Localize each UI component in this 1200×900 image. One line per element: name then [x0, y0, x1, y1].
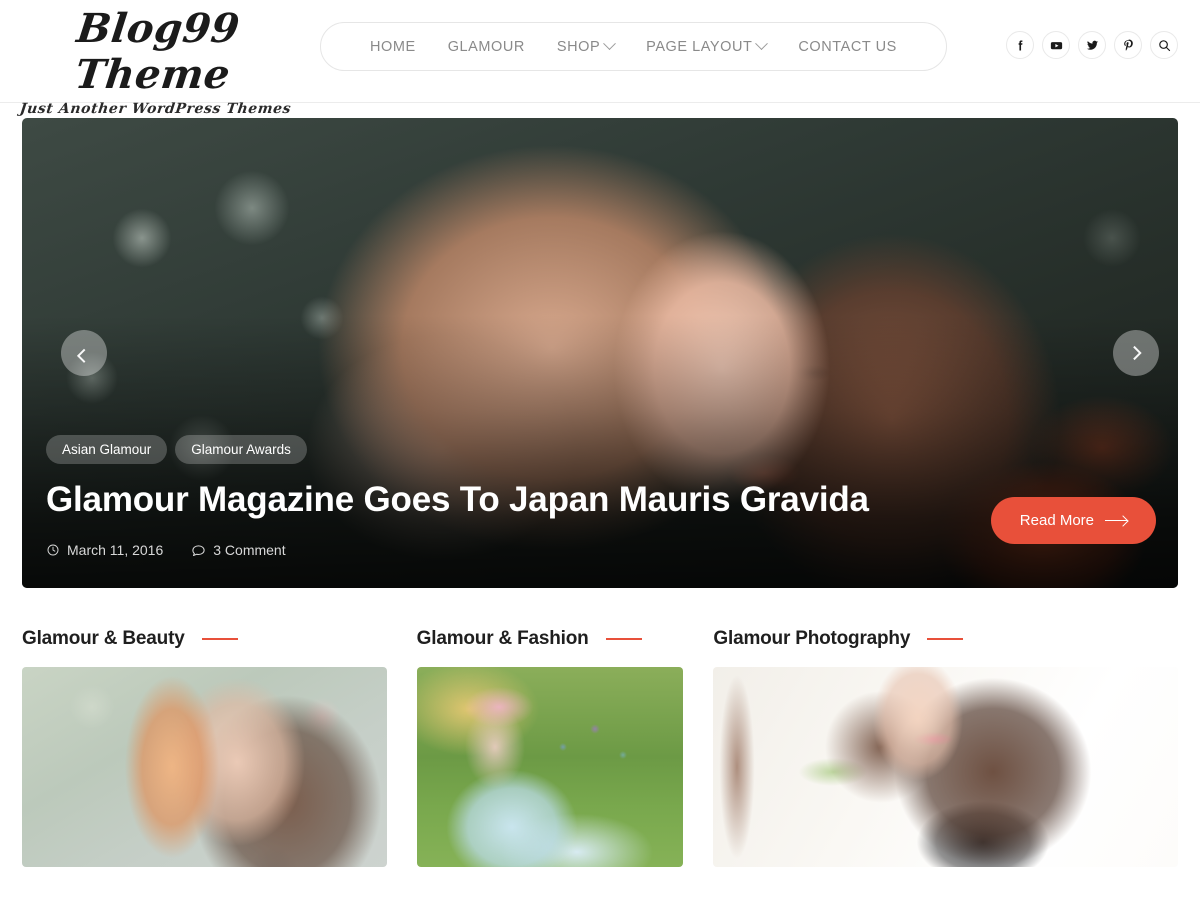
heading-accent-dash [927, 638, 964, 640]
site-header: Blog99 Theme Just Another WordPress Them… [0, 0, 1200, 117]
social-link-pinterest[interactable] [1114, 31, 1142, 59]
nav-item-home[interactable]: HOME [354, 39, 432, 55]
youtube-icon [1050, 41, 1062, 49]
post-thumbnail[interactable] [22, 667, 387, 867]
hero-post-meta: March 11, 2016 3 Comment [46, 542, 1154, 558]
slider-prev-button[interactable] [61, 330, 107, 376]
section-heading: Glamour Photography [713, 628, 1178, 650]
pinterest-icon [1123, 39, 1133, 51]
nav-item-shop[interactable]: SHOP [541, 37, 630, 55]
category-column-photography: Glamour Photography [713, 628, 1178, 867]
chevron-down-icon [755, 37, 769, 51]
nav-item-label: HOME [370, 38, 416, 55]
section-heading: Glamour & Fashion [417, 628, 684, 650]
twitter-icon [1086, 40, 1098, 50]
site-tagline: Just Another WordPress Themes [18, 101, 293, 117]
post-comments-text: 3 Comment [213, 542, 286, 558]
post-comments[interactable]: 3 Comment [191, 542, 286, 558]
hero-category-tags: Asian Glamour Glamour Awards [46, 435, 1154, 464]
social-link-facebook[interactable] [1006, 31, 1034, 59]
nav-item-label: GLAMOUR [447, 38, 525, 55]
post-date-text: March 11, 2016 [67, 542, 164, 558]
category-column-beauty: Glamour & Beauty [22, 628, 387, 867]
social-link-twitter[interactable] [1078, 31, 1106, 59]
section-heading: Glamour & Beauty [22, 628, 387, 650]
search-toggle-button[interactable] [1150, 31, 1178, 59]
social-links [1006, 31, 1178, 59]
category-tag[interactable]: Glamour Awards [175, 435, 307, 464]
site-branding[interactable]: Blog99 Theme Just Another WordPress Them… [18, 5, 293, 119]
hero-content: Asian Glamour Glamour Awards Glamour Mag… [46, 435, 1156, 558]
hero-post-title[interactable]: Glamour Magazine Goes To Japan Mauris Gr… [46, 478, 906, 522]
slider-next-button[interactable] [1113, 330, 1159, 376]
primary-navigation: HOME GLAMOUR SHOP PAGE LAYOUT CONTACT US [320, 22, 947, 71]
social-link-youtube[interactable] [1042, 31, 1070, 59]
post-thumbnail[interactable] [713, 667, 1178, 867]
chevron-left-icon [76, 348, 92, 363]
category-column-fashion: Glamour & Fashion [416, 628, 684, 867]
category-tag[interactable]: Asian Glamour [46, 435, 168, 464]
nav-item-label: PAGE LAYOUT [646, 38, 753, 55]
category-columns: Glamour & Beauty Glamour & Fashion Glamo… [22, 628, 1178, 867]
hero-slider: Asian Glamour Glamour Awards Glamour Mag… [22, 118, 1178, 588]
nav-item-glamour[interactable]: GLAMOUR [432, 39, 541, 55]
nav-item-label: SHOP [556, 38, 601, 55]
comment-icon [192, 544, 205, 556]
nav-item-page-layout[interactable]: PAGE LAYOUT [630, 37, 782, 55]
heading-accent-dash [201, 638, 238, 640]
search-icon [1158, 39, 1170, 51]
chevron-down-icon [603, 37, 617, 51]
nav-item-contact-us[interactable]: CONTACT US [782, 39, 912, 55]
read-more-button[interactable]: Read More [990, 497, 1156, 544]
post-date: March 11, 2016 [46, 542, 163, 558]
site-logo-title[interactable]: Blog99 Theme [12, 5, 298, 98]
read-more-label: Read More [1019, 512, 1094, 529]
post-thumbnail[interactable] [416, 667, 684, 867]
clock-icon [47, 544, 59, 556]
chevron-right-icon [1127, 345, 1142, 361]
nav-item-label: CONTACT US [798, 38, 897, 55]
arrow-right-icon [1105, 519, 1127, 522]
heading-accent-dash [605, 638, 642, 640]
section-title: Glamour Photography [713, 628, 911, 649]
section-title: Glamour & Fashion [416, 628, 589, 649]
section-title: Glamour & Beauty [22, 628, 185, 649]
facebook-icon [1018, 39, 1022, 50]
